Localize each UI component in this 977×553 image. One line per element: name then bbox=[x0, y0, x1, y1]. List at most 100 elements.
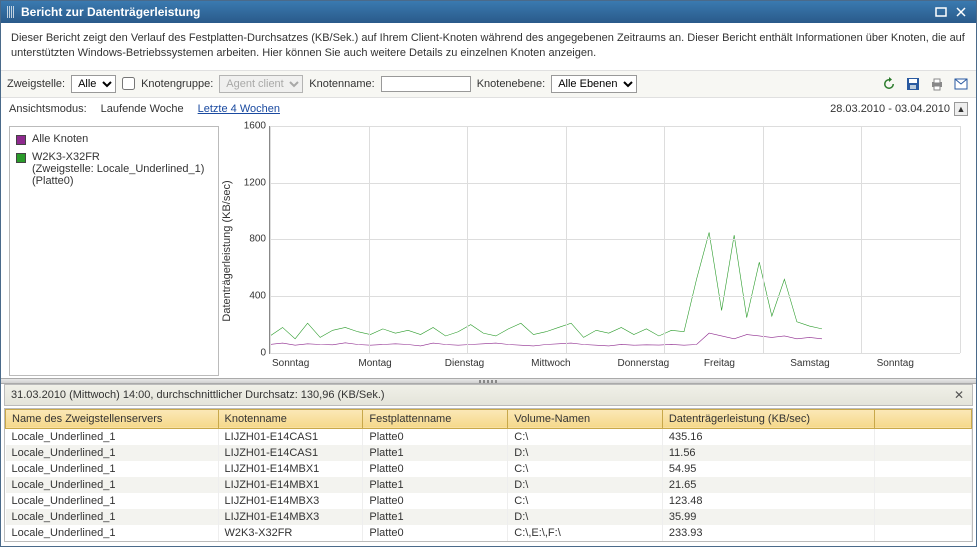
refresh-icon[interactable] bbox=[880, 75, 898, 93]
table-cell: D:\ bbox=[508, 509, 663, 525]
filter-bar: Zweigstelle: Alle Knotengruppe: Agent cl… bbox=[1, 70, 976, 98]
column-header[interactable]: Knotenname bbox=[218, 409, 363, 428]
table-cell: Locale_Underlined_1 bbox=[6, 477, 219, 493]
table-cell: Platte0 bbox=[363, 461, 508, 477]
table-row[interactable]: Locale_Underlined_1LIJZH01-E14CAS1Platte… bbox=[6, 445, 972, 461]
grip-icon bbox=[7, 6, 15, 18]
table-cell bbox=[875, 493, 972, 509]
table-cell: 233.93 bbox=[662, 525, 875, 541]
nodelevel-select[interactable]: Alle Ebenen bbox=[551, 75, 637, 93]
column-header[interactable]: Datenträgerleistung (KB/sec) bbox=[662, 409, 875, 428]
table-cell: Platte1 bbox=[363, 445, 508, 461]
table-cell bbox=[875, 445, 972, 461]
table-cell bbox=[875, 525, 972, 541]
table-cell: D:\ bbox=[508, 445, 663, 461]
window-title: Bericht zur Datenträgerleistung bbox=[21, 5, 200, 19]
table-cell: C:\,E:\,F:\ bbox=[508, 525, 663, 541]
table-row[interactable]: Locale_Underlined_1LIJZH01-E14MBX3Platte… bbox=[6, 509, 972, 525]
print-icon[interactable] bbox=[928, 75, 946, 93]
legend-label: W2K3-X32FR (Zweigstelle: Locale_Underlin… bbox=[32, 151, 204, 187]
split-handle[interactable] bbox=[1, 378, 976, 384]
grid-line-vertical bbox=[861, 126, 862, 353]
view-bar: Ansichtsmodus: Laufende Woche Letzte 4 W… bbox=[1, 98, 976, 120]
table-cell: LIJZH01-E14MBX3 bbox=[218, 493, 363, 509]
table-cell: Locale_Underlined_1 bbox=[6, 525, 219, 541]
grid-line-vertical bbox=[270, 126, 271, 353]
table-cell: LIJZH01-E14CAS1 bbox=[218, 428, 363, 445]
x-tick-label: Sonntag bbox=[874, 358, 960, 376]
x-tick-label: Mittwoch bbox=[528, 358, 614, 376]
x-tick-label: Sonntag bbox=[269, 358, 355, 376]
legend-swatch-icon bbox=[16, 135, 26, 145]
nodegroup-label: Knotengruppe: bbox=[141, 78, 213, 90]
table-cell: Platte0 bbox=[363, 493, 508, 509]
table-cell: 435.16 bbox=[662, 428, 875, 445]
detail-header-text: 31.03.2010 (Mittwoch) 14:00, durchschnit… bbox=[11, 389, 385, 401]
grid-line-vertical bbox=[369, 126, 370, 353]
branch-label: Zweigstelle: bbox=[7, 78, 65, 90]
nodename-input[interactable] bbox=[381, 76, 471, 92]
column-header[interactable]: Festplattenname bbox=[363, 409, 508, 428]
table-cell: 21.65 bbox=[662, 477, 875, 493]
branch-select[interactable]: Alle bbox=[71, 75, 116, 93]
table-row[interactable]: Locale_Underlined_1LIJZH01-E14MBX1Platte… bbox=[6, 461, 972, 477]
y-tick-label: 800 bbox=[236, 234, 266, 245]
table-cell: 35.99 bbox=[662, 509, 875, 525]
grid-line-vertical bbox=[467, 126, 468, 353]
table-cell: LIJZH01-E14MBX1 bbox=[218, 461, 363, 477]
x-tick-label: Donnerstag bbox=[615, 358, 701, 376]
email-icon[interactable] bbox=[952, 75, 970, 93]
detail-header: 31.03.2010 (Mittwoch) 14:00, durchschnit… bbox=[4, 384, 973, 406]
column-header[interactable]: Volume-Namen bbox=[508, 409, 663, 428]
column-header[interactable]: Name des Zweigstellenservers bbox=[6, 409, 219, 428]
titlebar: Bericht zur Datenträgerleistung bbox=[1, 1, 976, 23]
nodegroup-checkbox[interactable] bbox=[122, 77, 135, 90]
x-tick-label: Samstag bbox=[787, 358, 873, 376]
table-cell: D:\ bbox=[508, 477, 663, 493]
x-tick-label: Dienstag bbox=[442, 358, 528, 376]
data-table: Name des ZweigstellenserversKnotennameFe… bbox=[4, 408, 973, 542]
nodelevel-label: Knotenebene: bbox=[477, 78, 546, 90]
chart-legend: Alle Knoten W2K3-X32FR (Zweigstelle: Loc… bbox=[9, 126, 219, 376]
table-row[interactable]: Locale_Underlined_1LIJZH01-E14MBX1Platte… bbox=[6, 477, 972, 493]
grid-line bbox=[270, 239, 960, 240]
chart: Datenträgerleistung (KB/sec) 04008001200… bbox=[227, 126, 968, 376]
column-header[interactable] bbox=[875, 409, 972, 428]
y-tick-label: 0 bbox=[236, 347, 266, 358]
table-cell: LIJZH01-E14MBX1 bbox=[218, 477, 363, 493]
chart-series-line bbox=[270, 333, 822, 346]
chart-plot-area[interactable]: 040080012001600 bbox=[269, 126, 960, 354]
grid-line bbox=[270, 296, 960, 297]
close-button[interactable] bbox=[952, 5, 970, 19]
scroll-up-button[interactable]: ▲ bbox=[954, 102, 968, 116]
table-row[interactable]: Locale_Underlined_1W2K3-X32FRPlatte0C:\,… bbox=[6, 525, 972, 541]
grid-line-vertical bbox=[566, 126, 567, 353]
table-cell bbox=[875, 461, 972, 477]
viewmode-link-last4weeks[interactable]: Letzte 4 Wochen bbox=[198, 103, 280, 115]
table-cell bbox=[875, 509, 972, 525]
table-row[interactable]: Locale_Underlined_1LIJZH01-E14MBX3Platte… bbox=[6, 493, 972, 509]
grid-line bbox=[270, 126, 960, 127]
nodegroup-select: Agent client bbox=[219, 75, 303, 93]
table-cell: Locale_Underlined_1 bbox=[6, 509, 219, 525]
table-cell: C:\ bbox=[508, 428, 663, 445]
table-cell: LIJZH01-E14MBX3 bbox=[218, 509, 363, 525]
grid-line-vertical bbox=[664, 126, 665, 353]
nodename-label: Knotenname: bbox=[309, 78, 374, 90]
save-icon[interactable] bbox=[904, 75, 922, 93]
x-tick-label: Freitag bbox=[701, 358, 787, 376]
table-cell: 11.56 bbox=[662, 445, 875, 461]
maximize-button[interactable] bbox=[932, 5, 950, 19]
legend-label: Alle Knoten bbox=[32, 133, 88, 145]
table-cell: Platte1 bbox=[363, 509, 508, 525]
grid-line bbox=[270, 183, 960, 184]
y-tick-label: 1600 bbox=[236, 120, 266, 131]
date-range: 28.03.2010 - 03.04.2010 bbox=[830, 103, 950, 115]
viewmode-current: Laufende Woche bbox=[101, 103, 184, 115]
chart-y-axis-label: Datenträgerleistung (KB/sec) bbox=[221, 180, 233, 321]
table-row[interactable]: Locale_Underlined_1LIJZH01-E14CAS1Platte… bbox=[6, 428, 972, 445]
table-cell: Locale_Underlined_1 bbox=[6, 493, 219, 509]
chart-x-axis: SonntagMontagDienstagMittwochDonnerstagF… bbox=[269, 358, 960, 376]
table-cell: 123.48 bbox=[662, 493, 875, 509]
detail-close-button[interactable]: ✕ bbox=[952, 388, 966, 402]
